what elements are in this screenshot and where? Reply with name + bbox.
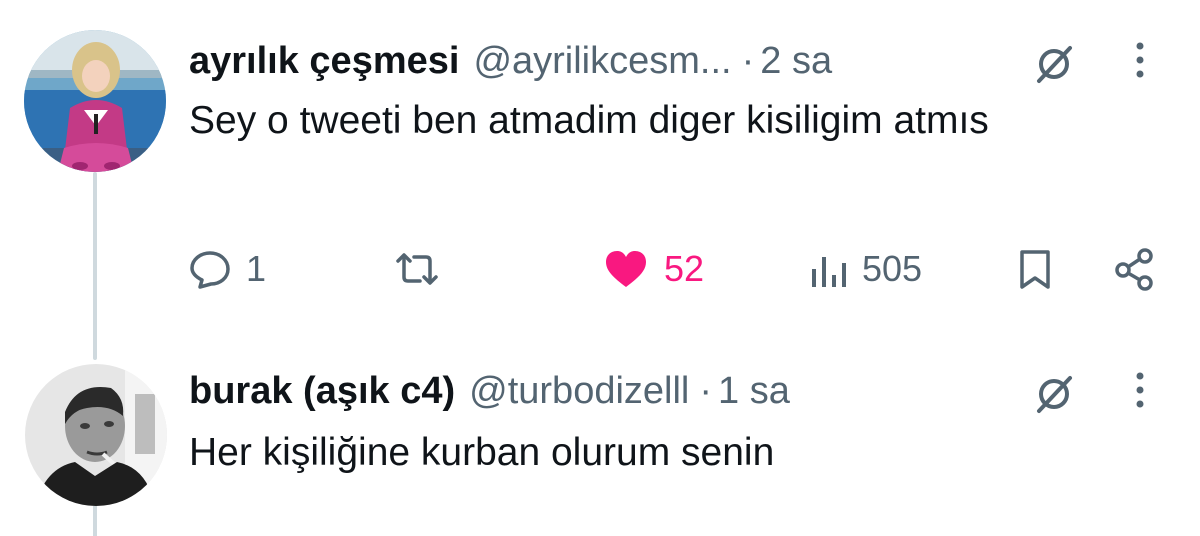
user-handle[interactable]: @turbodizelll [469,366,689,416]
bookmark-icon [1020,250,1050,289]
thread-connector-line [93,172,97,360]
tweet-text: Sey o tweeti ben atmadim diger kisiligim… [189,99,989,142]
grok-icon[interactable] [1030,40,1078,88]
avatar[interactable] [24,30,166,172]
separator-dot: · [699,370,713,412]
thread-connector-line-bottom [93,506,97,536]
share-icon [1115,248,1153,291]
display-name[interactable]: burak (aşık c4) [189,366,455,416]
heart-icon [606,251,646,287]
avatar[interactable] [25,364,167,506]
reply-count: 1 [246,248,267,289]
tweet-header: burak (aşık c4) @turbodizelll · 1 sa [189,366,790,416]
tweet-header: ayrılık çeşmesi @ayrilikcesm... · 2 sa [189,36,832,86]
reply-icon [190,251,230,289]
display-name[interactable]: ayrılık çeşmesi [189,36,459,86]
user-handle[interactable]: @ayrilikcesm... [473,36,731,86]
views-icon [812,257,846,287]
grok-icon[interactable] [1030,370,1078,418]
retweet-button[interactable] [392,244,442,294]
reply-button[interactable]: 1 [188,244,266,294]
share-button[interactable] [1112,244,1158,294]
more-icon[interactable] [1130,370,1150,414]
more-icon[interactable] [1130,40,1150,84]
like-button[interactable]: 52 [602,244,704,294]
views-button[interactable]: 505 [808,244,922,294]
bookmark-button[interactable] [1014,244,1056,294]
retweet-icon [396,253,438,285]
timestamp[interactable]: 1 sa [718,366,790,416]
separator-dot: · [741,40,755,82]
timestamp[interactable]: 2 sa [760,36,832,86]
like-count: 52 [664,248,705,289]
tweet-text: Her kişiliğine kurban olurum senin [189,431,775,474]
view-count: 505 [862,248,923,289]
